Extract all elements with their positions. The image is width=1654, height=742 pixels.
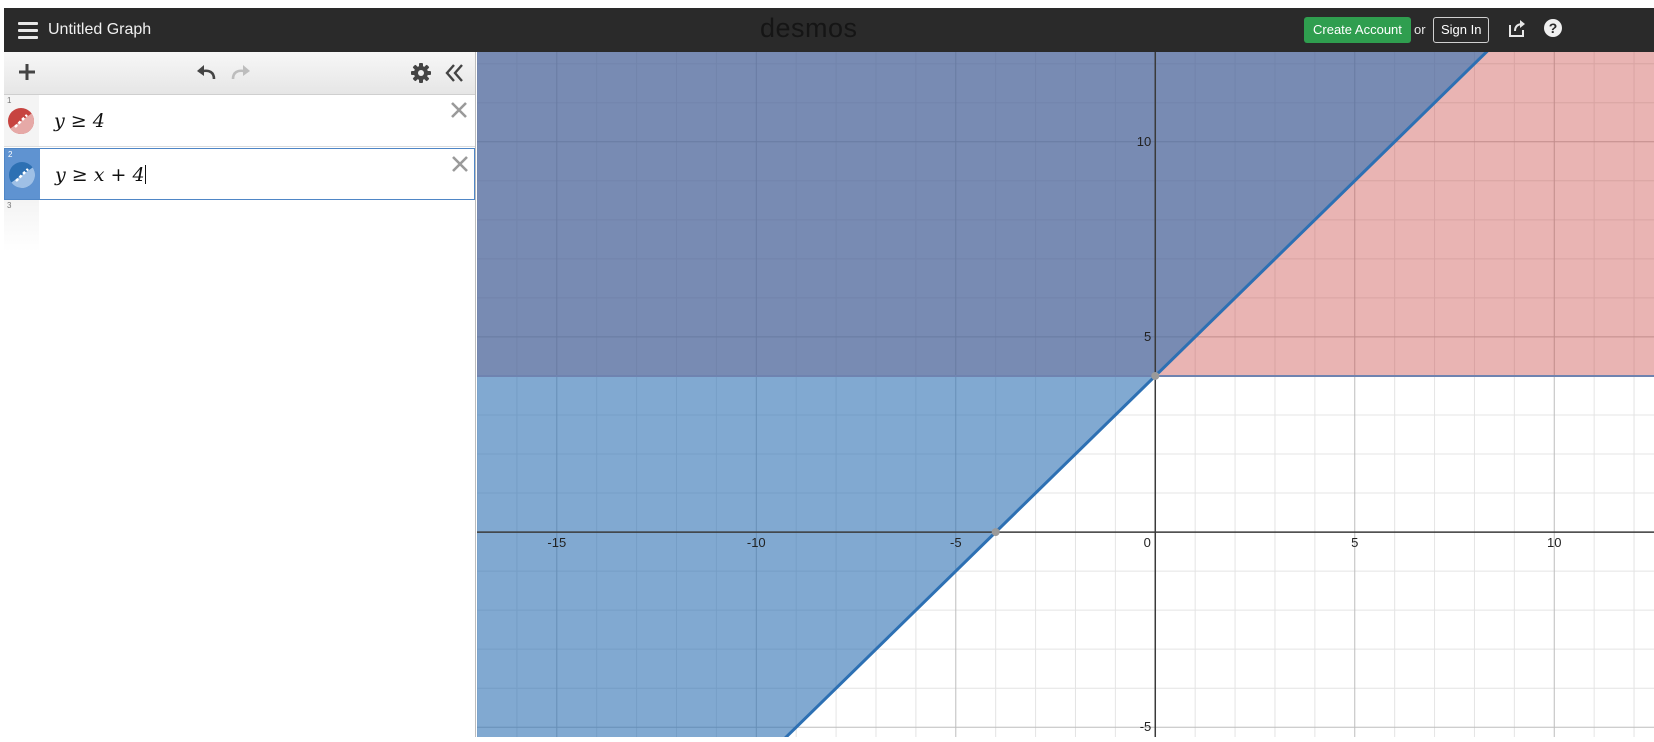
expression-item[interactable]: 1 y ≥ 4 <box>4 95 475 147</box>
expression-number: 1 <box>7 96 12 105</box>
graph-title[interactable]: Untitled Graph <box>48 18 151 42</box>
top-bar: Untitled Graph desmos Create Account or … <box>0 0 1654 52</box>
expression-gutter: 2 <box>5 149 40 199</box>
plus-icon[interactable] <box>16 61 38 83</box>
x-tick-label: 0 <box>1144 535 1151 550</box>
expression-gutter: 1 <box>4 95 39 146</box>
expression-list: 1 y ≥ 4 2 y ≥ x + 4 3 <box>4 52 476 737</box>
x-tick-label: 5 <box>1351 535 1358 550</box>
or-label: or <box>1414 22 1426 37</box>
expression-math[interactable]: y ≥ x + 4 <box>55 163 146 187</box>
color-swatch-icon[interactable] <box>9 162 35 188</box>
expression-number: 2 <box>8 150 13 159</box>
x-tick-label: 10 <box>1547 535 1561 550</box>
graph-paper[interactable]: -15 -10 -5 0 5 10 -5 5 10 <box>437 11 1654 742</box>
x-tick-label: -5 <box>950 535 962 550</box>
x-tick-label: -15 <box>547 535 566 550</box>
expression-gutter: 3 <box>4 200 39 252</box>
undo-icon[interactable] <box>194 63 218 83</box>
expression-item[interactable]: 3 <box>4 200 475 252</box>
expression-toolbar <box>4 52 475 95</box>
redo-icon[interactable] <box>229 63 253 83</box>
shaded-region-2 <box>437 12 1527 742</box>
intersection-point <box>1151 371 1160 380</box>
share-icon[interactable] <box>1506 18 1528 40</box>
close-icon[interactable] <box>450 101 468 119</box>
expression-number: 3 <box>7 201 12 210</box>
expression-math-text: y ≥ x + 4 <box>55 164 145 186</box>
y-tick-label: 5 <box>1144 329 1151 344</box>
text-cursor <box>144 165 146 184</box>
graph-canvas[interactable]: -15 -10 -5 0 5 10 -5 5 10 <box>437 11 1654 742</box>
y-tick-label: 10 <box>1137 134 1151 149</box>
close-icon[interactable] <box>451 155 469 173</box>
y-tick-label: -5 <box>1140 719 1152 734</box>
create-account-button[interactable]: Create Account <box>1304 17 1411 43</box>
expression-item[interactable]: 2 y ≥ x + 4 <box>4 148 475 200</box>
desmos-logo: desmos <box>760 13 858 43</box>
help-icon[interactable]: ? <box>1544 19 1562 37</box>
color-swatch-icon[interactable] <box>8 108 34 134</box>
expression-math[interactable]: y ≥ 4 <box>54 109 105 133</box>
double-chevron-left-icon[interactable] <box>444 62 466 84</box>
gear-icon[interactable] <box>410 62 432 84</box>
intersection-point <box>991 528 1000 537</box>
x-tick-label: -10 <box>747 535 766 550</box>
hamburger-menu-icon[interactable] <box>16 18 40 42</box>
sign-in-button[interactable]: Sign In <box>1433 17 1490 43</box>
